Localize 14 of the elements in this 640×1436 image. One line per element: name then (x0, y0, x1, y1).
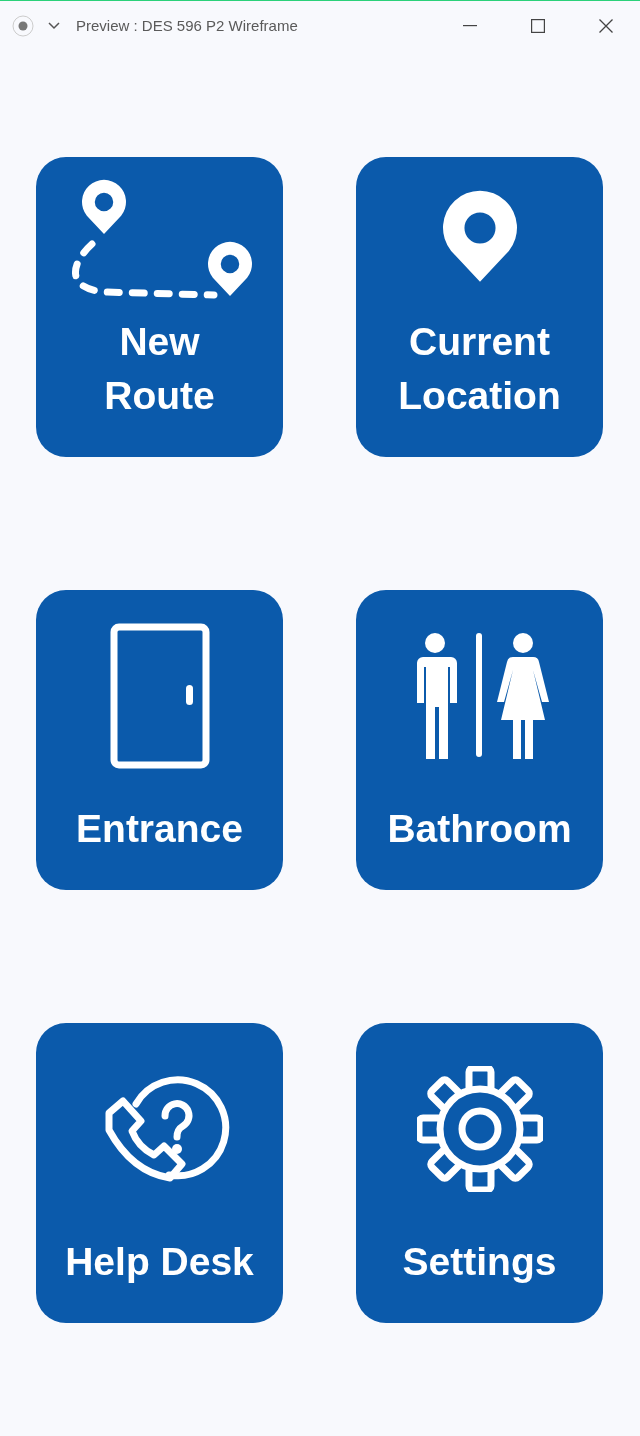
minimize-icon (463, 24, 477, 27)
door-icon (109, 623, 210, 769)
menu-tile[interactable]: Help Desk (36, 1023, 283, 1323)
menu-tile[interactable]: Entrance (36, 590, 283, 890)
record-icon (12, 14, 34, 37)
maximize-icon (531, 18, 545, 33)
menu-tile[interactable]: New Route (36, 157, 283, 457)
menu-tile[interactable]: Bathroom (356, 590, 603, 890)
window-title: Preview : DES 596 P2 Wireframe (76, 17, 299, 34)
close-icon (599, 18, 613, 33)
menu-tile[interactable]: Current Location (356, 157, 603, 457)
settings-icon (416, 1066, 543, 1192)
chevron-down-icon[interactable] (48, 21, 60, 30)
menu-tile[interactable]: Settings (356, 1023, 603, 1323)
